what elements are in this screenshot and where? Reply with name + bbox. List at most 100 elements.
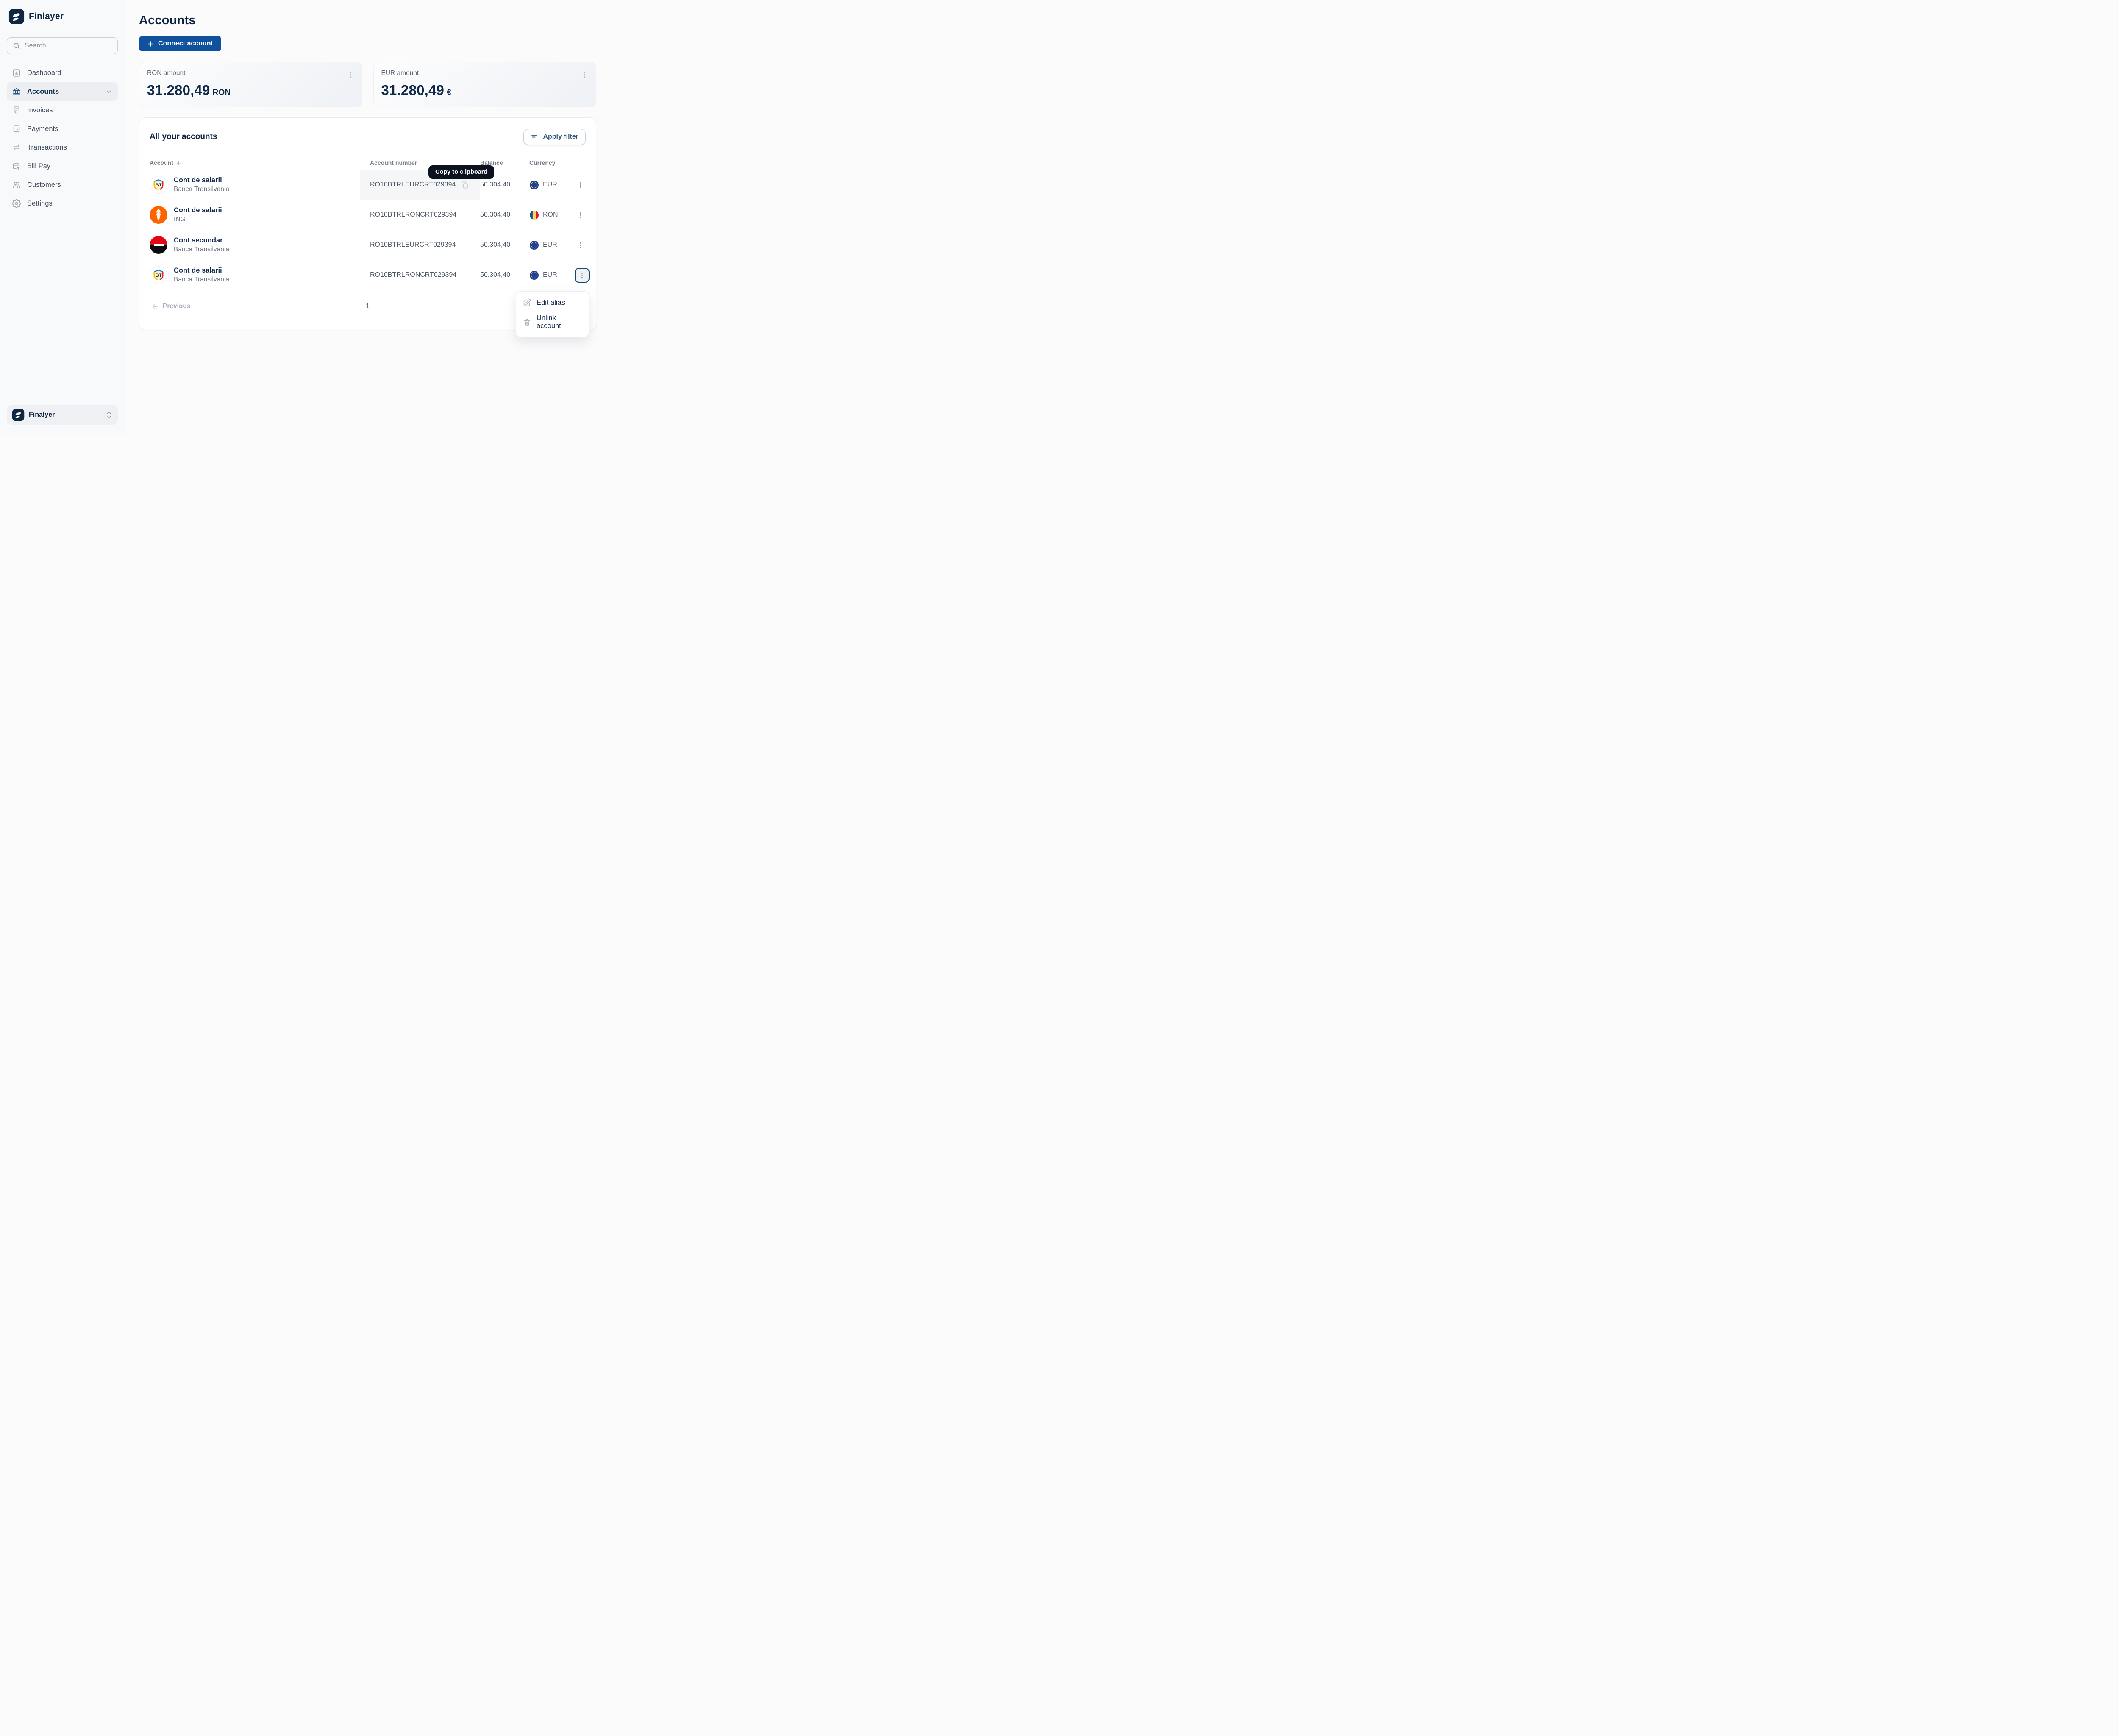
card-value: 31.280,49RON bbox=[147, 82, 354, 98]
card-label: RON amount bbox=[147, 70, 354, 77]
sidebar-item-label: Bill Pay bbox=[27, 162, 50, 170]
plus-icon bbox=[147, 40, 154, 47]
ing-logo bbox=[150, 206, 167, 224]
sort-desc-icon bbox=[175, 160, 182, 166]
account-number-cell[interactable]: RO10BTRLRONCRT029394 bbox=[370, 260, 480, 290]
ron-amount-card: RON amount 31.280,49RON bbox=[139, 62, 362, 107]
page-number[interactable]: 1 bbox=[366, 303, 370, 310]
up-down-chevron-icon bbox=[106, 410, 113, 420]
account-number: RO10BTRLEURCRT029394 bbox=[370, 241, 456, 249]
sidebar-item-settings[interactable]: Settings bbox=[7, 194, 118, 213]
account-balance: 50.304,40 bbox=[480, 241, 529, 249]
apply-filter-label: Apply filter bbox=[543, 133, 578, 141]
copy-tooltip: Copy to clipboard bbox=[428, 165, 494, 179]
sidebar: Finlayer Dashboard bbox=[0, 0, 125, 434]
account-bank: Banca Transilvania bbox=[174, 245, 229, 254]
card-label: EUR amount bbox=[381, 70, 589, 77]
sidebar-item-label: Accounts bbox=[27, 88, 59, 96]
column-header-account[interactable]: Account bbox=[150, 159, 370, 166]
finalyer-logo-icon bbox=[12, 409, 25, 421]
row-kebab-menu-icon[interactable] bbox=[575, 240, 586, 250]
arrow-left-icon bbox=[151, 303, 159, 310]
account-bank: Banca Transilvania bbox=[174, 185, 229, 194]
currency-code: EUR bbox=[543, 241, 557, 249]
table-row[interactable]: BT Cont de salarii Banca Transilvania RO… bbox=[150, 260, 586, 290]
currency-code: RON bbox=[543, 211, 558, 219]
filter-icon bbox=[531, 133, 539, 141]
kebab-menu-icon[interactable] bbox=[344, 68, 357, 81]
card-value: 31.280,49€ bbox=[381, 82, 589, 98]
sidebar-item-accounts[interactable]: Accounts bbox=[7, 82, 118, 101]
gear-icon bbox=[12, 199, 21, 208]
previous-page-button[interactable]: Previous bbox=[150, 303, 192, 310]
card-arrow-up-icon bbox=[12, 161, 21, 171]
ro-flag-icon bbox=[529, 210, 539, 220]
sidebar-item-label: Invoices bbox=[27, 106, 53, 114]
menu-item-label: Unlink account bbox=[537, 314, 582, 330]
row-kebab-menu-icon[interactable] bbox=[575, 180, 586, 190]
edit-icon bbox=[523, 298, 531, 307]
summary-cards: RON amount 31.280,49RON EUR amount 31.28… bbox=[139, 62, 596, 107]
banca-transilvania-logo: BT bbox=[150, 176, 167, 194]
row-context-menu: Edit alias Unlink account bbox=[516, 291, 589, 337]
row-kebab-menu-icon[interactable] bbox=[575, 268, 590, 283]
sidebar-item-label: Dashboard bbox=[27, 69, 61, 77]
account-number: RO10BTRLRONCRT029394 bbox=[370, 211, 456, 219]
currency-code: EUR bbox=[543, 181, 557, 189]
accounts-table-card: All your accounts Apply filter Account bbox=[139, 117, 596, 330]
kebab-menu-icon[interactable] bbox=[578, 68, 591, 81]
copy-icon[interactable] bbox=[460, 180, 470, 190]
sidebar-item-transactions[interactable]: Transactions bbox=[7, 138, 118, 157]
brand-name: Finlayer bbox=[29, 11, 64, 22]
row-kebab-menu-icon[interactable] bbox=[575, 210, 586, 220]
table-row[interactable]: Cont secundar Banca Transilvania RO10BTR… bbox=[150, 230, 586, 260]
search-icon bbox=[12, 42, 21, 50]
sidebar-item-label: Settings bbox=[27, 200, 53, 208]
table-row[interactable]: Cont de salarii ING RO10BTRLRONCRT029394… bbox=[150, 200, 586, 230]
org-switcher[interactable]: Finalyer bbox=[7, 405, 118, 425]
sidebar-item-payments[interactable]: Payments bbox=[7, 120, 118, 138]
sidebar-item-label: Payments bbox=[27, 125, 58, 133]
finlayer-logo-icon bbox=[8, 8, 25, 25]
sidebar-item-customers[interactable]: Customers bbox=[7, 175, 118, 194]
connect-account-label: Connect account bbox=[158, 40, 213, 47]
wallet-icon bbox=[12, 124, 21, 134]
bank-icon bbox=[12, 87, 21, 96]
main-content: Accounts Connect account RON amount 31.2… bbox=[125, 0, 610, 434]
account-name: Cont secundar bbox=[174, 236, 229, 245]
account-balance: 50.304,40 bbox=[480, 271, 529, 279]
sidebar-item-label: Transactions bbox=[27, 144, 67, 152]
brand: Finlayer bbox=[7, 8, 118, 25]
previous-label: Previous bbox=[163, 303, 190, 310]
account-bank: Banca Transilvania bbox=[174, 275, 229, 284]
table-header: Account Account number Balance Currency bbox=[150, 156, 586, 170]
eu-flag-icon bbox=[529, 270, 539, 280]
swap-arrows-icon bbox=[12, 143, 21, 152]
apply-filter-button[interactable]: Apply filter bbox=[523, 129, 586, 145]
search-input[interactable] bbox=[25, 42, 112, 50]
menu-item-edit-alias[interactable]: Edit alias bbox=[516, 295, 589, 311]
svg-text:BT: BT bbox=[155, 183, 161, 188]
column-header-currency[interactable]: Currency bbox=[529, 159, 574, 166]
account-balance: 50.304,40 bbox=[480, 211, 529, 219]
sidebar-item-invoices[interactable]: Invoices bbox=[7, 101, 118, 120]
sidebar-item-dashboard[interactable]: Dashboard bbox=[7, 64, 118, 82]
account-number: RO10BTRLRONCRT029394 bbox=[370, 271, 456, 279]
sidebar-item-bill-pay[interactable]: Bill Pay bbox=[7, 157, 118, 175]
svg-text:BT: BT bbox=[155, 273, 161, 278]
account-number-cell[interactable]: RO10BTRLRONCRT029394 bbox=[370, 200, 480, 230]
table-row[interactable]: BT Cont de salarii Banca Transilvania RO… bbox=[150, 170, 586, 200]
menu-item-label: Edit alias bbox=[537, 299, 565, 307]
eu-flag-icon bbox=[529, 180, 539, 190]
menu-item-unlink-account[interactable]: Unlink account bbox=[516, 311, 589, 334]
app-window: Finlayer Dashboard bbox=[0, 0, 610, 434]
chevron-down-icon bbox=[105, 88, 113, 95]
account-name: Cont de salarii bbox=[174, 175, 229, 185]
banca-transilvania-logo: BT bbox=[150, 266, 167, 284]
account-number: RO10BTRLEURCRT029394 bbox=[370, 181, 456, 189]
connect-account-button[interactable]: Connect account bbox=[139, 36, 221, 51]
account-number-cell[interactable]: RO10BTRLEURCRT029394 bbox=[370, 230, 480, 260]
search-box[interactable] bbox=[7, 37, 118, 54]
eu-flag-icon bbox=[529, 240, 539, 250]
org-name: Finalyer bbox=[29, 411, 55, 419]
